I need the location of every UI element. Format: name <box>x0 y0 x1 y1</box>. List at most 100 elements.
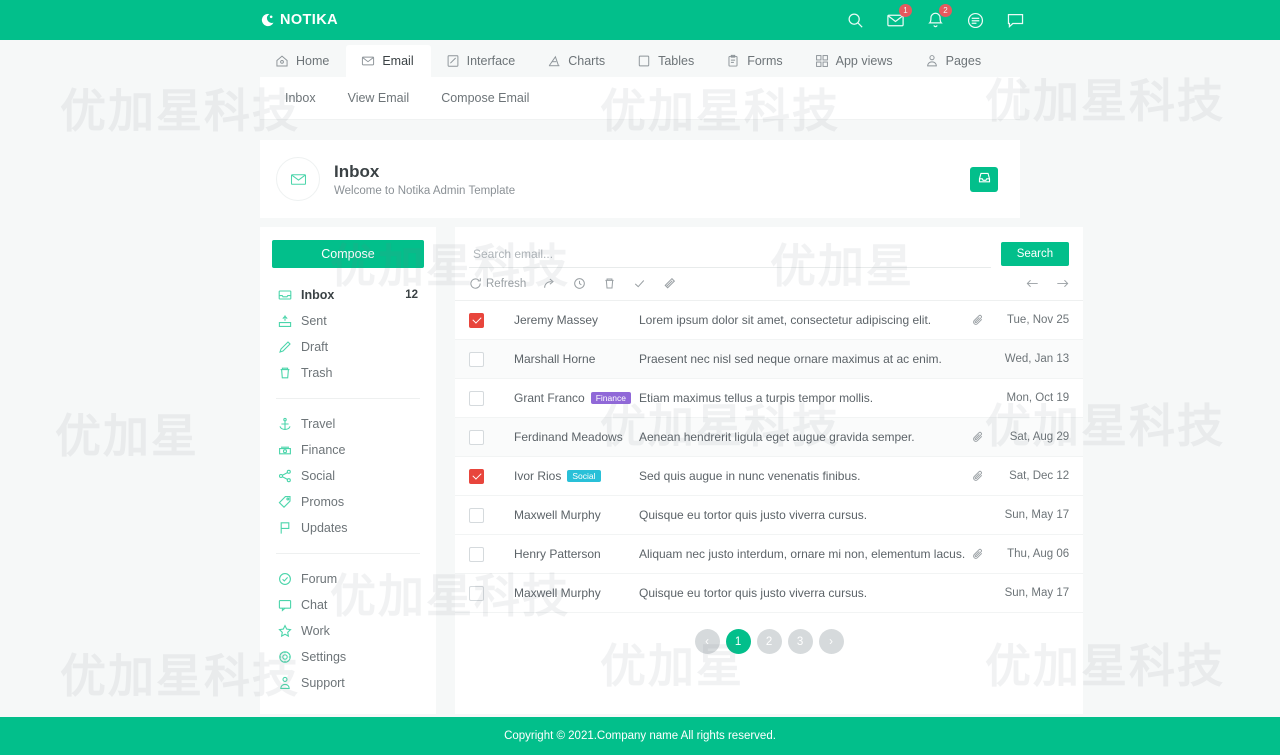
page-next[interactable]: › <box>818 629 844 654</box>
sidebar-item-work[interactable]: Work <box>272 618 424 644</box>
attach-button[interactable] <box>663 277 676 290</box>
sidebar-divider-1 <box>276 398 420 399</box>
search-input[interactable] <box>469 240 991 268</box>
sidebar-item-chat[interactable]: Chat <box>272 592 424 618</box>
email-date: Tue, Nov 25 <box>1006 314 1070 326</box>
email-row[interactable]: Maxwell Murphy Quisque eu tortor quis jus… <box>455 574 1084 613</box>
email-row[interactable]: Jeremy Massey Lorem ipsum dolor sit amet,… <box>455 301 1084 340</box>
search-icon[interactable] <box>846 11 865 30</box>
email-row-checkbox[interactable] <box>469 507 484 523</box>
list-icon[interactable] <box>966 11 985 30</box>
sidebar-item-inbox-label: Inbox <box>301 288 335 302</box>
mail-toolbar: Refresh <box>455 268 1084 301</box>
mark-done-button[interactable] <box>633 277 646 290</box>
email-subject: Lorem ipsum dolor sit amet, consectetur … <box>639 313 932 327</box>
nav-wrapper: Home Email Interface Charts Tables Forms… <box>0 40 1280 120</box>
pagination: ‹ 1 2 3 › <box>455 613 1083 672</box>
email-row[interactable]: Maxwell Murphy Quisque eu tortor quis jus… <box>455 496 1084 535</box>
tab-home[interactable]: Home <box>260 45 346 77</box>
page-3[interactable]: 3 <box>787 629 813 654</box>
email-row-checkbox[interactable] <box>469 429 484 445</box>
sidebar-item-sent[interactable]: Sent <box>272 308 424 334</box>
sidebar-item-promos-label: Promos <box>301 495 345 509</box>
page-title: Inbox <box>334 161 380 181</box>
tab-interface[interactable]: Interface <box>431 45 533 77</box>
sidebar-item-settings[interactable]: Settings <box>272 644 424 670</box>
compose-button[interactable]: Compose <box>272 240 424 268</box>
attachment-icon <box>965 470 991 482</box>
tab-app-views[interactable]: App views <box>800 45 910 77</box>
email-row-checkbox[interactable] <box>469 312 484 328</box>
sidebar-item-social[interactable]: Social <box>272 463 424 489</box>
tab-pages-label: Pages <box>945 54 982 68</box>
page-prev[interactable]: ‹ <box>694 629 720 654</box>
email-sender-name: Maxwell Murphy <box>514 508 601 522</box>
search-button[interactable]: Search <box>1000 242 1070 266</box>
email-row-checkbox[interactable] <box>469 585 484 601</box>
sidebar-item-travel-label: Travel <box>301 417 336 431</box>
next-page-button[interactable] <box>1056 277 1069 290</box>
forward-button[interactable] <box>543 277 556 290</box>
refresh-icon <box>469 277 482 290</box>
subnav-item-compose-email[interactable]: Compose Email <box>430 86 540 110</box>
email-sender-name: Maxwell Murphy <box>514 586 601 600</box>
sidebar-item-finance[interactable]: Finance <box>272 437 424 463</box>
tab-charts[interactable]: Charts <box>532 45 622 77</box>
snooze-button[interactable] <box>573 277 586 290</box>
chat-icon <box>278 598 292 612</box>
email-sender-name: Marshall Horne <box>514 352 596 366</box>
bell-icon[interactable]: 2 <box>926 3 952 30</box>
email-row-checkbox[interactable] <box>469 390 484 406</box>
finance-icon <box>278 443 292 457</box>
email-row-checkbox[interactable] <box>469 546 484 562</box>
email-row[interactable]: Grant Franco Finance Etiam maximus tellus … <box>455 379 1084 418</box>
email-sender-name: Henry Patterson <box>514 547 601 561</box>
delete-button[interactable] <box>603 277 616 290</box>
topbar-icon-group: 1 2 <box>846 0 1025 40</box>
sidebar-item-updates[interactable]: Updates <box>272 515 424 541</box>
inbox-download-icon <box>978 171 991 187</box>
subnav-item-inbox[interactable]: Inbox <box>274 86 327 110</box>
refresh-button[interactable]: Refresh <box>469 277 526 290</box>
sidebar-item-support[interactable]: Support <box>272 670 424 696</box>
star-icon <box>278 624 292 638</box>
tab-email[interactable]: Email <box>346 45 431 77</box>
sidebar-item-inbox[interactable]: Inbox 12 <box>272 282 424 308</box>
sidebar-item-forum[interactable]: Forum <box>272 566 424 592</box>
sidebar-item-travel[interactable]: Travel <box>272 411 424 437</box>
tab-forms[interactable]: Forms <box>711 45 799 77</box>
comment-icon[interactable] <box>1006 11 1025 30</box>
sidebar-item-chat-label: Chat <box>301 598 328 612</box>
tab-tables[interactable]: Tables <box>622 45 711 77</box>
email-row[interactable]: Ivor Rios Social Sed quis augue in nunc ve… <box>455 457 1084 496</box>
subnav-item-view-email[interactable]: View Email <box>337 86 421 110</box>
sidebar-item-work-label: Work <box>301 624 330 638</box>
tab-pages[interactable]: Pages <box>910 45 998 77</box>
email-date: Mon, Oct 19 <box>1006 392 1070 404</box>
page-1[interactable]: 1 <box>725 629 751 654</box>
email-list: Jeremy Massey Lorem ipsum dolor sit amet,… <box>455 301 1084 613</box>
sub-nav: Inbox View Email Compose Email <box>260 77 1020 120</box>
prev-page-button[interactable] <box>1026 277 1039 290</box>
email-subject: Quisque eu tortor quis justo viverra cur… <box>639 508 868 522</box>
page-2[interactable]: 2 <box>756 629 782 654</box>
email-row[interactable]: Ferdinand Meadows Aenean hendrerit ligula… <box>455 418 1084 457</box>
email-sender: Jeremy Massey <box>514 313 639 327</box>
sidebar-item-trash[interactable]: Trash <box>272 360 424 386</box>
email-row-checkbox[interactable] <box>469 468 484 484</box>
refresh-label: Refresh <box>486 277 527 290</box>
envelope-badge: 1 <box>899 3 912 17</box>
email-row-checkbox[interactable] <box>469 351 484 367</box>
email-sender: Maxwell Murphy <box>514 508 639 522</box>
sidebar-item-draft[interactable]: Draft <box>272 334 424 360</box>
flag-icon <box>278 521 292 535</box>
email-row[interactable]: Marshall Horne Praesent nec nisl sed nequ… <box>455 340 1084 379</box>
envelope-icon[interactable]: 1 <box>886 3 912 30</box>
brand-logo[interactable]: NOTIKA <box>261 12 338 28</box>
email-row[interactable]: Henry Patterson Aliquam nec justo interdu… <box>455 535 1084 574</box>
search-row: Search <box>455 227 1083 268</box>
gear-icon <box>278 650 292 664</box>
page-header-action-button[interactable] <box>970 166 998 192</box>
sidebar-item-promos[interactable]: Promos <box>272 489 424 515</box>
sidebar-item-forum-label: Forum <box>301 572 338 586</box>
